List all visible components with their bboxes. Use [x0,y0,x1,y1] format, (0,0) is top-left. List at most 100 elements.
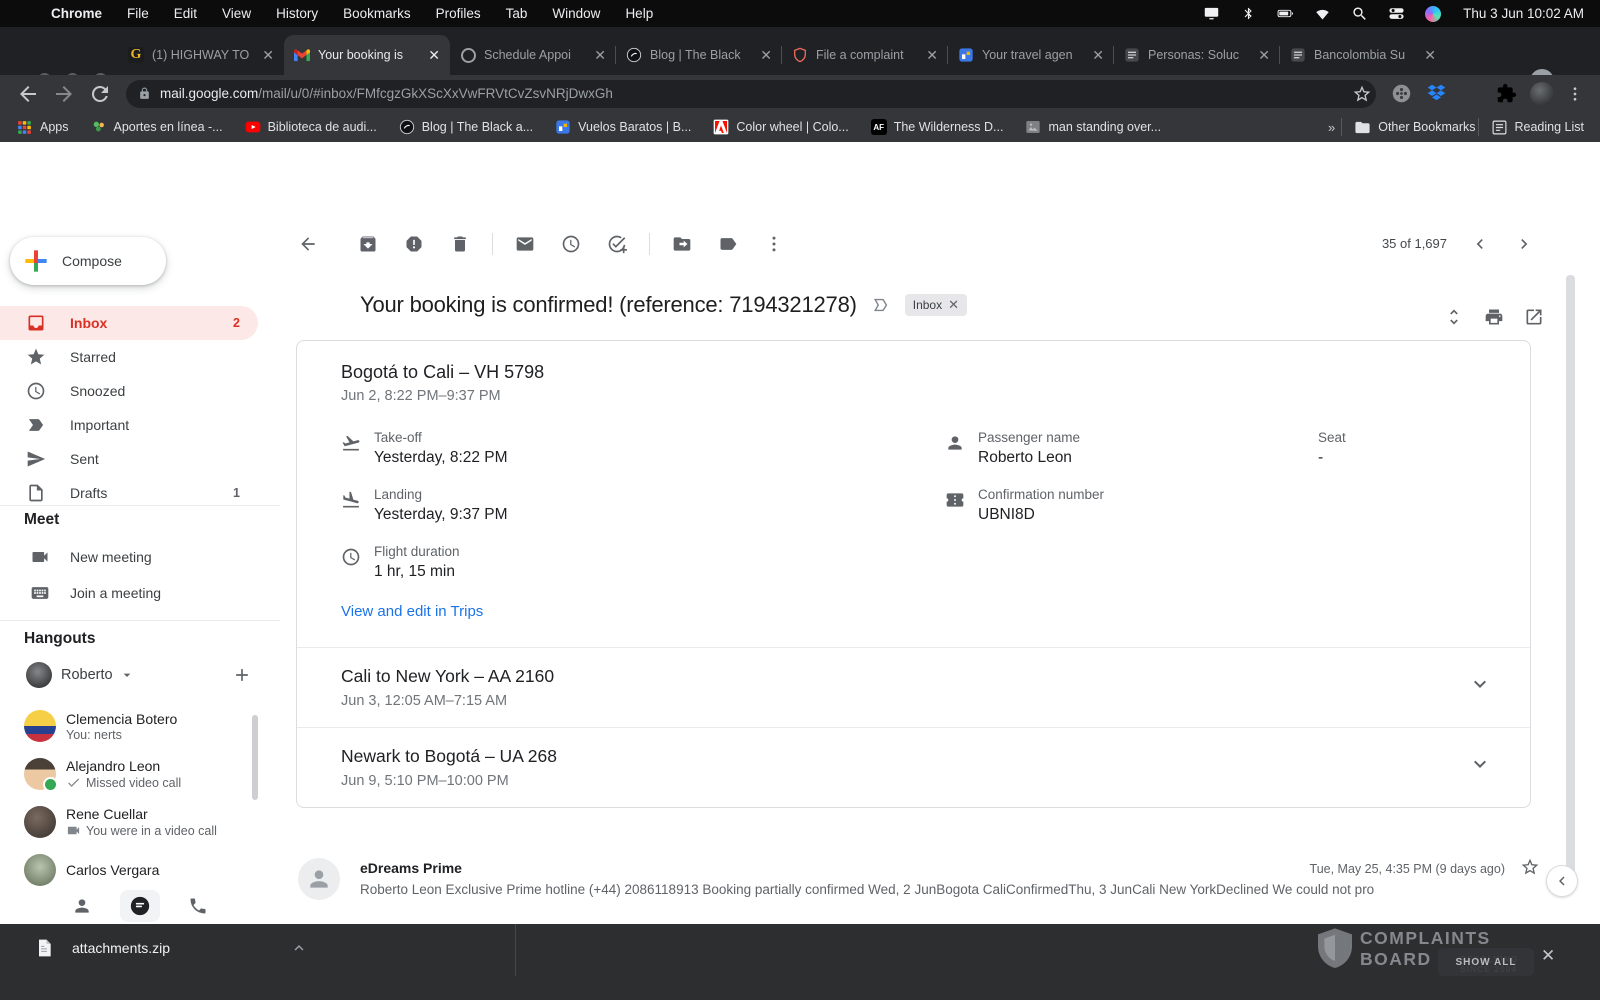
bookmark-apps[interactable]: Apps [16,119,69,136]
show-all-button[interactable]: SHOW ALL [1438,948,1534,976]
browser-tab-7[interactable]: Personas: Soluc✕ [1114,35,1280,75]
browser-forward-button[interactable] [52,82,76,106]
menubar-item-edit[interactable]: Edit [174,6,197,21]
close-tab-icon[interactable]: ✕ [428,48,440,62]
delete-button[interactable] [440,224,480,264]
menubar-item-view[interactable]: View [222,6,251,21]
sidebar-item-new-meeting[interactable]: New meeting [0,540,280,574]
importance-marker-icon[interactable] [871,295,891,315]
browser-tab-4[interactable]: Blog | The Black✕ [616,35,782,75]
menubar-item-tab[interactable]: Tab [506,6,528,21]
menubar-item-file[interactable]: File [127,6,149,21]
browser-tab-5[interactable]: File a complaint✕ [782,35,948,75]
menubar-item-help[interactable]: Help [625,6,653,21]
battery-icon[interactable] [1277,5,1294,22]
contacts-scrollbar[interactable] [252,715,258,800]
remove-label-icon[interactable]: ✕ [948,297,959,313]
omnibox[interactable]: mail.google.com /mail/u/0/#inbox/FMfcgzG… [126,80,1376,108]
bookmark-item[interactable]: Biblioteca de audi... [245,119,377,135]
browser-tab-3[interactable]: Schedule Appoi✕ [450,35,616,75]
star-email-icon[interactable] [1520,857,1540,877]
reading-list-button[interactable]: Reading List [1491,119,1585,136]
sidebar-item-snoozed[interactable]: Snoozed [0,374,258,408]
contact-row[interactable]: Clemencia BoteroYou: nerts [0,702,252,750]
sidebar-item-join-a-meeting[interactable]: Join a meeting [0,576,280,610]
browser-menu-icon[interactable] [1566,85,1584,103]
move-to-button[interactable] [662,224,702,264]
tab-contacts[interactable] [62,890,102,922]
collapse-chevron-button[interactable] [1546,865,1578,897]
more-button[interactable] [754,224,794,264]
menubar-app-name[interactable]: Chrome [51,6,102,21]
bookmark-item[interactable]: Blog | The Black a... [399,119,533,135]
browser-profile-avatar[interactable] [1530,82,1554,106]
expand-flight-chevron-icon[interactable] [1468,752,1492,776]
wifi-icon[interactable] [1314,5,1331,22]
bookmark-item[interactable]: Aportes en línea -... [91,119,223,135]
sidebar-item-sent[interactable]: Sent [0,442,258,476]
sidebar-item-drafts[interactable]: Drafts1 [0,476,258,502]
tab-phone[interactable] [178,890,218,922]
download-options-icon[interactable] [290,939,308,957]
close-tab-icon[interactable]: ✕ [1258,48,1270,62]
extensions-puzzle-icon[interactable] [1496,83,1517,104]
extension-colorwheel-icon[interactable] [1461,83,1482,104]
older-email-button[interactable] [1504,224,1544,264]
menubar-item-profiles[interactable]: Profiles [436,6,481,21]
browser-tab-6[interactable]: Your travel agen✕ [948,35,1114,75]
expand-flight-chevron-icon[interactable] [1468,672,1492,696]
browser-tab-1[interactable]: G(1) HIGHWAY TO✕ [118,35,284,75]
menubar-item-history[interactable]: History [276,6,318,21]
open-in-new-window-button[interactable] [1514,297,1554,337]
https-lock-icon[interactable] [138,86,151,101]
bookmarks-overflow-button[interactable]: » [1328,120,1335,135]
extension-film-icon[interactable] [1391,83,1412,104]
siri-icon[interactable] [1425,6,1441,22]
bluetooth-icon[interactable] [1240,5,1257,22]
browser-tab-8[interactable]: Bancolombia Su✕ [1280,35,1446,75]
sidebar-item-important[interactable]: Important [0,408,258,442]
view-in-trips-link[interactable]: View and edit in Trips [341,603,483,620]
bookmark-item[interactable]: Vuelos Baratos | B... [555,119,691,135]
bookmark-item[interactable]: AFThe Wilderness D... [871,119,1004,135]
bookmark-item[interactable]: Color wheel | Colo... [713,119,848,135]
spotlight-icon[interactable] [1351,5,1368,22]
bookmark-star-icon[interactable] [1352,84,1372,104]
new-conversation-button[interactable] [232,665,252,685]
download-item[interactable]: attachments.zip [34,936,308,960]
contact-row[interactable]: Alejandro LeonMissed video call [0,750,252,798]
extension-dropbox-icon[interactable] [1426,83,1447,104]
main-scrollbar[interactable] [1566,275,1575,878]
close-download-bar-icon[interactable]: ✕ [1541,946,1555,966]
tab-chat[interactable] [120,890,160,922]
contact-row[interactable]: Carlos Vergara [0,846,252,894]
back-button[interactable] [288,224,328,264]
labels-button[interactable] [708,224,748,264]
browser-tab-2[interactable]: Your booking is✕ [284,35,450,75]
newer-email-button[interactable] [1460,224,1500,264]
menubar-item-bookmarks[interactable]: Bookmarks [343,6,411,21]
control-center-icon[interactable] [1388,5,1405,22]
compose-button[interactable]: Compose [10,237,166,285]
close-tab-icon[interactable]: ✕ [760,48,772,62]
display-icon[interactable] [1203,5,1220,22]
menubar-clock[interactable]: Thu 3 Jun 10:02 AM [1463,6,1584,21]
close-tab-icon[interactable]: ✕ [594,48,606,62]
bookmark-item[interactable]: man standing over... [1025,119,1161,135]
apple-menu-icon[interactable] [16,5,31,22]
archive-button[interactable] [348,224,388,264]
close-tab-icon[interactable]: ✕ [1424,48,1436,62]
sidebar-item-inbox[interactable]: Inbox2 [0,306,258,340]
mark-unread-button[interactable] [505,224,545,264]
close-tab-icon[interactable]: ✕ [926,48,938,62]
browser-back-button[interactable] [16,82,40,106]
report-spam-button[interactable] [394,224,434,264]
add-to-tasks-button[interactable] [597,224,637,264]
expand-all-button[interactable] [1434,297,1474,337]
close-tab-icon[interactable]: ✕ [1092,48,1104,62]
label-chip-inbox[interactable]: Inbox ✕ [905,294,967,316]
menubar-item-window[interactable]: Window [552,6,600,21]
hangouts-user[interactable]: Roberto [26,662,135,688]
snooze-button[interactable] [551,224,591,264]
browser-reload-button[interactable] [88,82,112,106]
